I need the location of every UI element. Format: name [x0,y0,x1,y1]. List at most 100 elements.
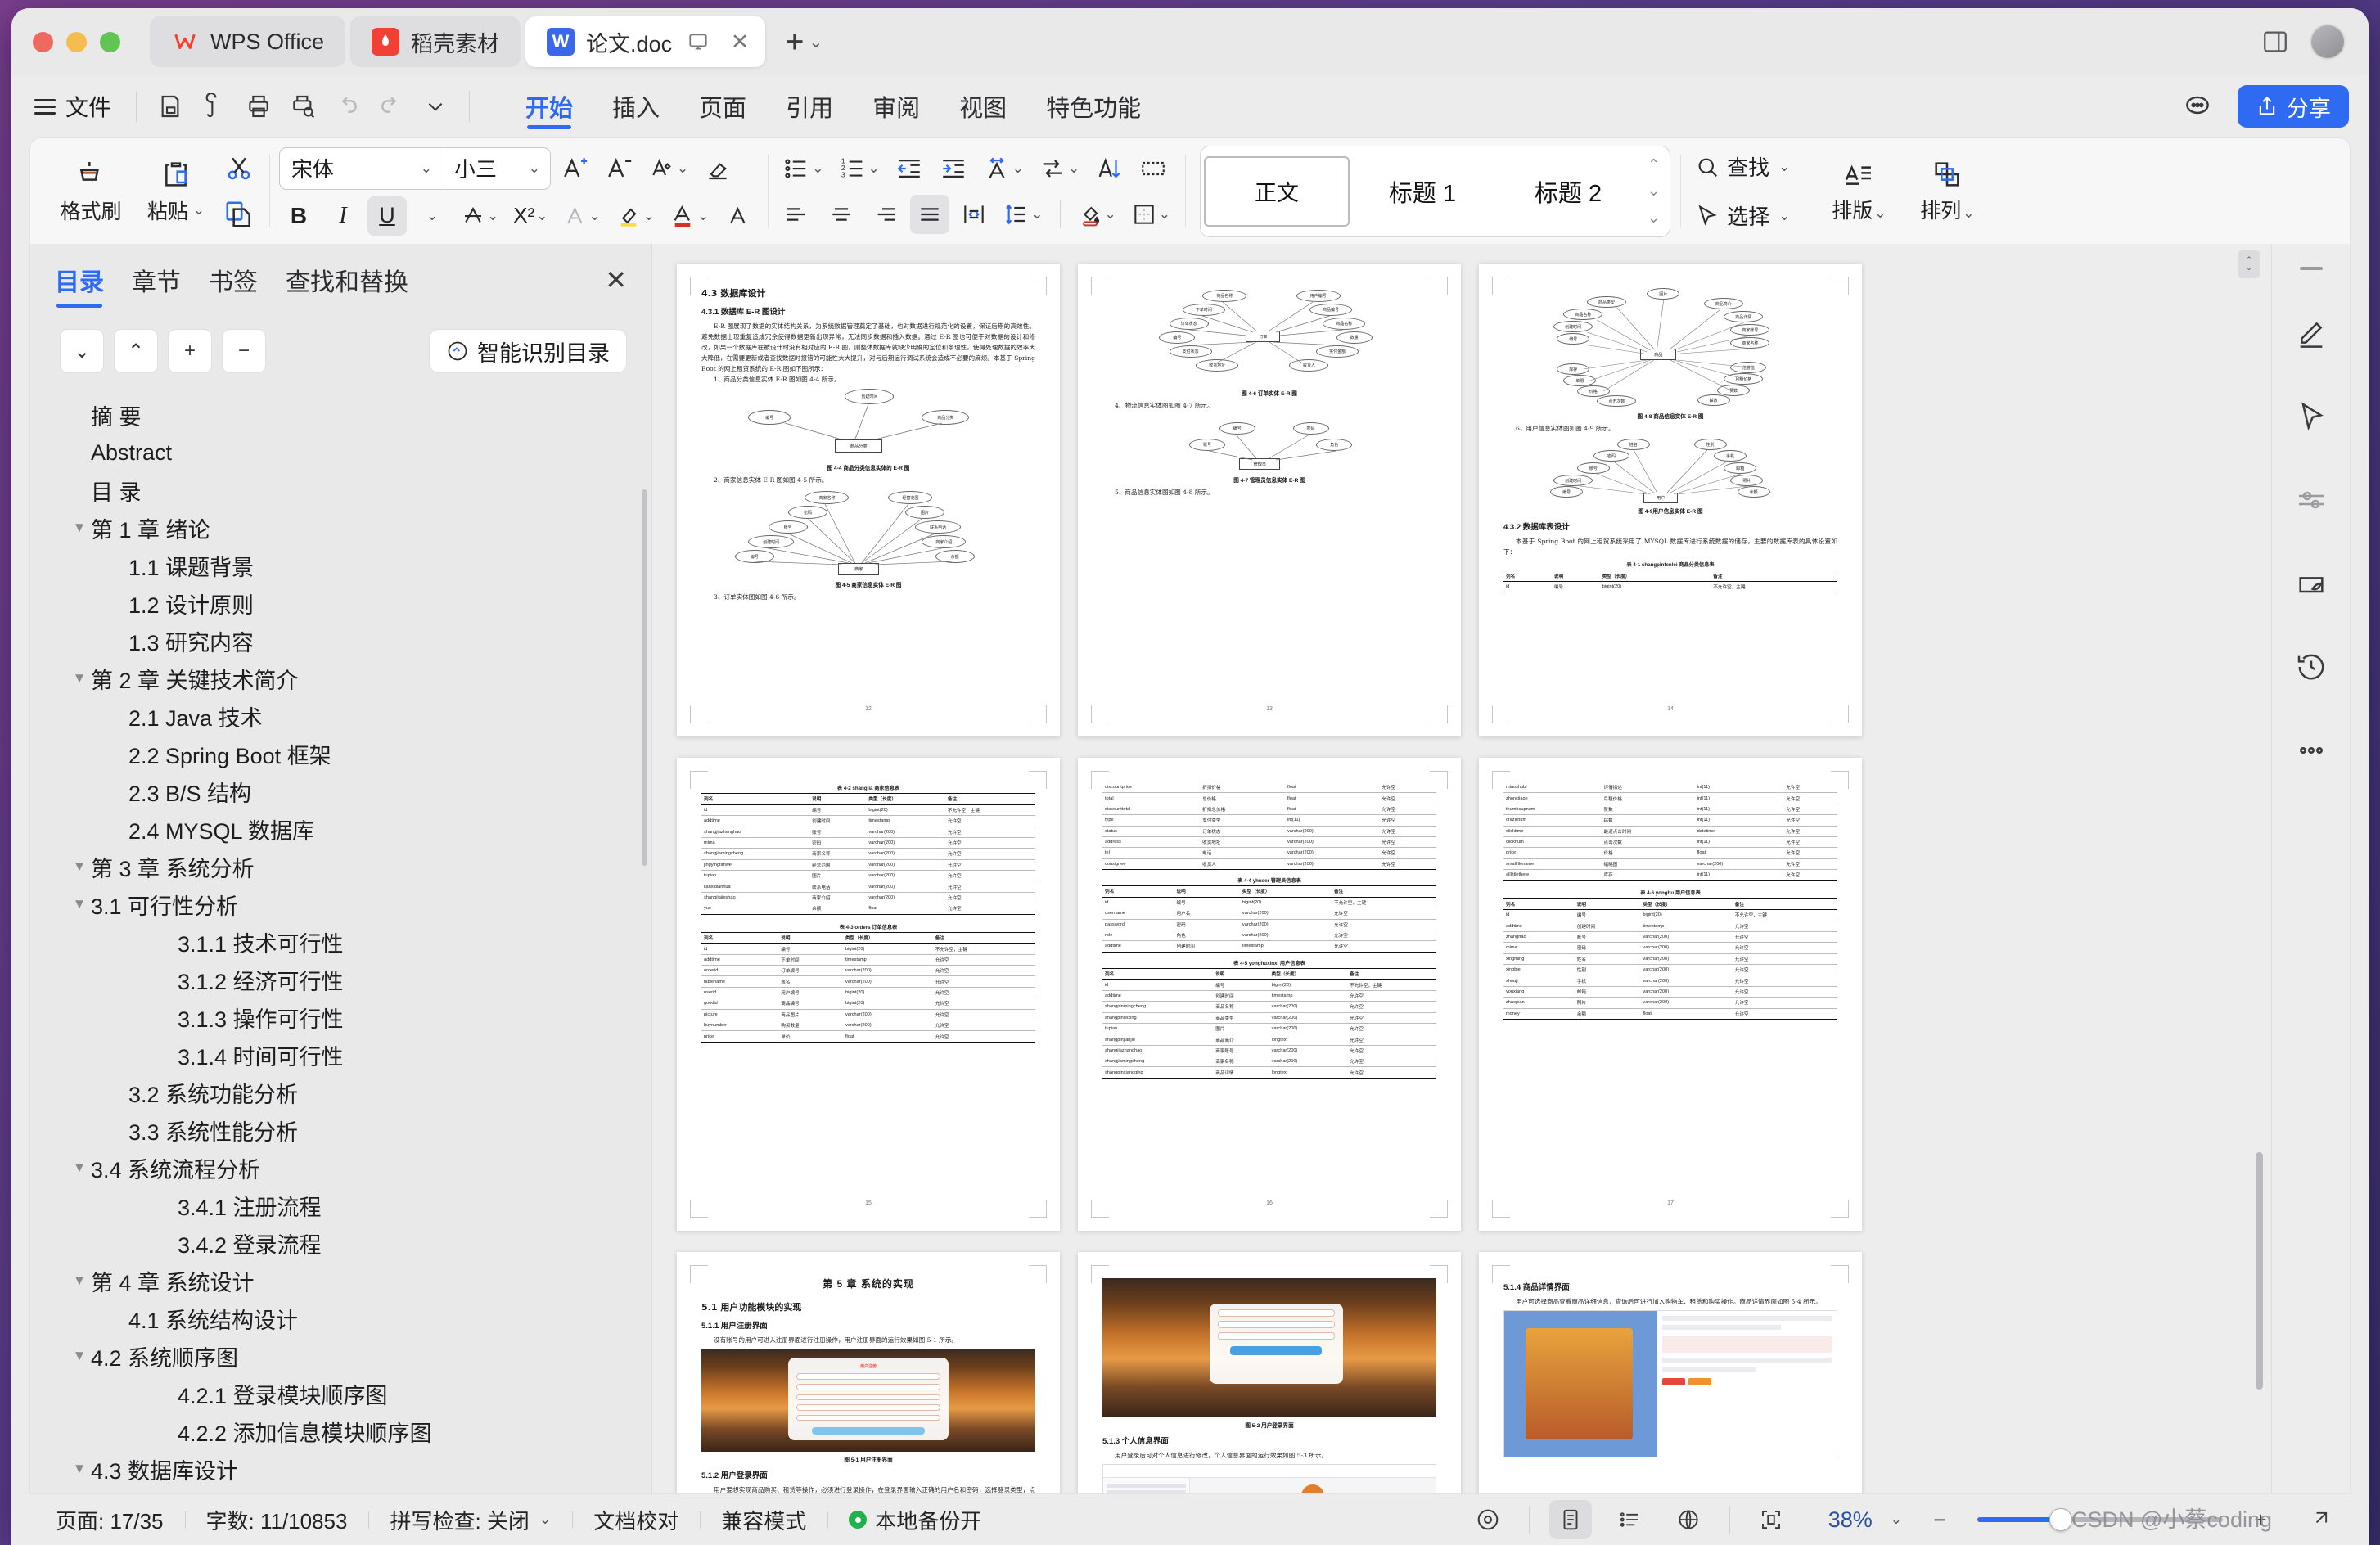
toc-item[interactable]: 摘 要 [30,396,651,434]
document-page[interactable]: 图 5-2 用户登录界面 5.1.3 个人信息界面 用户登录后可对个人信息进行修… [1078,1252,1461,1493]
twisty-expanded-icon[interactable]: ▼ [68,1272,91,1289]
toc-item[interactable]: 3.1.4 时间可行性 [30,1036,651,1074]
ribbon-tab-reference[interactable]: 引用 [784,75,835,137]
toc-item[interactable]: 1.3 研究内容 [30,622,651,660]
window-controls[interactable] [33,31,120,52]
page-indicator[interactable]: 页面: 17/35 [34,1505,185,1535]
decrease-indent-button[interactable] [890,149,929,188]
toc-item[interactable]: 3.1.3 操作可行性 [30,998,651,1036]
toc-item[interactable]: ▼ 第 3 章 系统分析 [30,848,651,885]
document-page[interactable]: 图片 商品类型 商品简介 商品名称 商品详情 创建时间 商家账号 编号 商家名称… [1479,264,1862,736]
close-window-button[interactable] [33,31,53,52]
decrease-font-button[interactable] [600,149,639,188]
cut-button[interactable] [219,149,259,188]
document-page[interactable]: 商品名称 用户编号 下单时间 商品编号 订单状态 商品名称 编号 数量 支付状态… [1078,264,1461,736]
redo-icon[interactable] [369,84,413,128]
align-justify-button[interactable] [910,194,950,234]
toc-item[interactable]: 4.2.2 添加信息模块顺序图 [30,1412,651,1450]
toc-item[interactable]: 3.1.1 技术可行性 [30,923,651,961]
bullet-list-button[interactable]: ⌄ [778,149,828,188]
focus-mode-icon[interactable] [1467,1500,1509,1539]
proofread-button[interactable]: 文档校对 [572,1505,700,1535]
tab-wps-office[interactable]: WPS Office [150,16,346,67]
document-page[interactable]: 表 4-2 shangjia 商家信息表 列名 说明 类型（长度） 备注 id 编号 big… [677,758,1060,1231]
distribute-button[interactable] [954,195,994,234]
outline-view-icon[interactable] [1608,1500,1651,1539]
more-dots-icon[interactable] [2288,727,2335,774]
expand-arrow-icon[interactable] [2298,1500,2341,1539]
char-border-button[interactable]: ⌄ [558,196,606,236]
highlight-color-button[interactable]: ⌄ [611,196,660,236]
toc-item[interactable]: ▼ 3.4 系统流程分析 [30,1149,651,1187]
text-direction-button[interactable]: ⌄ [1034,149,1084,188]
maximize-window-button[interactable] [100,31,120,52]
chevron-down-icon[interactable]: ⌄ [193,202,205,218]
close-sidebar-icon[interactable]: ✕ [605,264,627,305]
style-heading-1[interactable]: 标题 1 [1350,156,1495,227]
align-left-button[interactable] [778,195,817,234]
tab-lunwen-doc[interactable]: W 论文.doc ✕ [525,16,766,67]
sidebar-scrollbar[interactable] [642,489,647,866]
zoom-slider-knob[interactable] [2049,1508,2072,1531]
document-canvas[interactable]: ⌃ ⌄ 4.3 数据库设计 4.3.1 数据库 E-R 图设计 E-R 图展现了数… [652,244,2271,1493]
underline-button[interactable]: U [367,196,407,236]
toc-item[interactable]: 3.1.2 经济可行性 [30,961,651,998]
arrange-button[interactable]: 排列 ⌄ [1903,146,1991,237]
ribbon-tab-review[interactable]: 审阅 [871,75,922,137]
toc-expand-down-button[interactable]: ⌄ [60,329,104,373]
word-count[interactable]: 字数: 11/10853 [184,1505,369,1535]
ribbon-tab-view[interactable]: 视图 [958,75,1008,137]
toc-item[interactable]: 4.2.1 登录模块顺序图 [30,1375,651,1412]
toc-item[interactable]: 目 录 [30,471,651,509]
find-button[interactable]: 查找 ⌄ [1690,146,1795,187]
toc-item[interactable]: ▼ 3.1 可行性分析 [30,885,651,923]
customize-caret-icon[interactable] [413,84,458,128]
twisty-expanded-icon[interactable]: ▼ [68,670,91,687]
toc-item[interactable]: 3.2 系统功能分析 [30,1074,651,1111]
document-page[interactable]: 4.3 数据库设计 4.3.1 数据库 E-R 图设计 E-R 图展现了数据的实… [677,264,1060,736]
document-page[interactable]: miaoshubi 详情描述 int(11) 允许空 zhoncijage 月租价格 int… [1479,758,1862,1231]
toc-list[interactable]: 摘 要 Abstract 目 录 ▼ 第 1 章 绪论 1.1 课题背景 1.2 设计原则 1… [30,388,651,1493]
toc-collapse-up-button[interactable]: ⌃ [114,329,158,373]
chevron-down-icon[interactable]: ⌄ [539,1511,551,1528]
tab-daoke-material[interactable]: 稻壳素材 [350,16,521,67]
font-color-button[interactable]: ⌄ [665,196,714,236]
line-spacing-button[interactable]: ⌄ [998,195,1048,234]
paragraph-shading-button[interactable]: ⌄ [1072,195,1121,234]
zoom-in-button[interactable]: + [2239,1500,2282,1539]
show-paragraph-marks-button[interactable] [1134,149,1173,188]
ribbon-tab-home[interactable]: 开始 [524,75,575,137]
zoom-slider[interactable] [1977,1508,2223,1531]
twisty-expanded-icon[interactable]: ▼ [68,520,91,536]
sidebar-tab-chapter[interactable]: 章节 [132,262,181,308]
toc-item[interactable]: ▼ 4.2 系统顺序图 [30,1337,651,1375]
font-name-select[interactable]: 宋体 ⌄ [280,148,444,189]
stamp-leaf-icon[interactable] [2288,560,2335,607]
toc-item[interactable]: 3.4.2 登录流程 [30,1224,651,1262]
superscript-button[interactable]: X² ⌄ [508,196,552,236]
sidebar-tab-toc[interactable]: 目录 [55,262,104,308]
zoom-slider-track[interactable] [1977,1508,2223,1531]
file-menu-button[interactable]: 文件 [31,90,124,123]
toc-item[interactable]: 2.4 MYSQL 数据库 [30,810,651,848]
more-bubble-icon[interactable] [2175,84,2220,128]
select-button[interactable]: 选择 ⌄ [1690,196,1795,236]
toc-item[interactable]: 3.4.1 注册流程 [30,1187,651,1224]
toc-remove-level-button[interactable]: − [222,329,266,373]
gallery-down-icon[interactable]: ⌄ [1648,182,1660,200]
twisty-expanded-icon[interactable]: ▼ [68,858,91,875]
settings-sliders-icon[interactable] [2288,476,2335,524]
cursor-select-icon[interactable] [2288,393,2335,440]
sort-button[interactable] [1089,149,1129,188]
close-tab-icon[interactable]: ✕ [724,26,755,57]
toc-item[interactable]: 2.3 B/S 结构 [30,772,651,810]
typeset-button[interactable]: 排版 ⌄ [1814,146,1903,237]
document-page[interactable]: discountprice 折扣价格 float 允许空 total 总价格 float 允许… [1078,758,1461,1231]
underline-options-button[interactable]: ⌄ [412,196,451,236]
gallery-expand-icon[interactable]: ⌄ [1648,209,1660,227]
numbered-list-button[interactable]: 1 2 3 ⌄ [834,149,885,188]
toc-item[interactable]: 2.2 Spring Boot 框架 [30,735,651,772]
zoom-out-button[interactable]: − [1918,1500,1961,1539]
zoom-dropdown-icon[interactable]: ⌄ [1891,1511,1902,1528]
spellcheck-status[interactable]: 拼写检查: 关闭 ⌄ [368,1505,572,1535]
